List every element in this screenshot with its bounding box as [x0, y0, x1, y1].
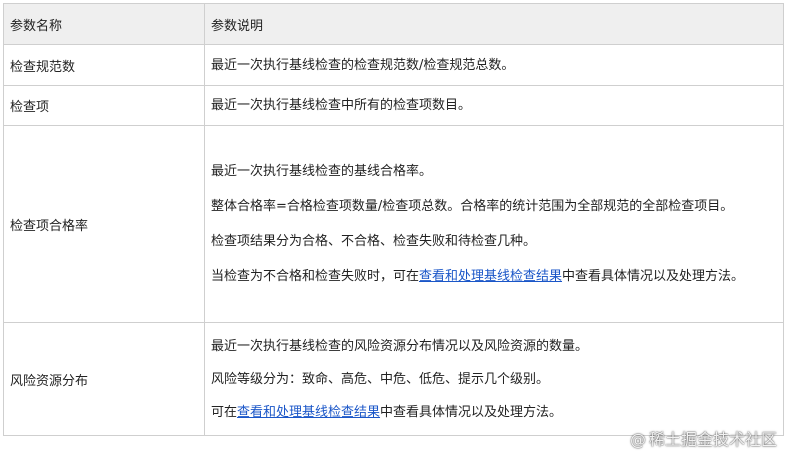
weibo-at-icon: @: [629, 430, 646, 449]
link-prefix-text: 可在: [211, 404, 238, 420]
param-name-cell: 检查项: [3, 85, 205, 126]
param-name-cell: 检查项合格率: [3, 125, 205, 323]
desc-paragraph: 检查项结果分为合格、不合格、检查失败和待检查几种。: [211, 234, 537, 249]
table-row: 检查项 最近一次执行基线检查中所有的检查项数目。: [3, 85, 784, 126]
table-row: 风险资源分布 最近一次执行基线检查的风险资源分布情况以及风险资源的数量。 风险等…: [3, 322, 784, 436]
desc-paragraph: 最近一次执行基线检查的风险资源分布情况以及风险资源的数量。: [211, 338, 589, 354]
param-desc-cell: 最近一次执行基线检查的基线合格率。 整体合格率=合格检查项数量/检查项总数。合格…: [204, 125, 784, 323]
desc-paragraph-with-link: 当检查为不合格和检查失败时，可在查看和处理基线检查结果中查看具体情况以及处理方法…: [211, 266, 777, 287]
desc-paragraph: 最近一次执行基线检查中所有的检查项数目。: [211, 98, 472, 113]
table-row: 检查项合格率 最近一次执行基线检查的基线合格率。 整体合格率=合格检查项数量/检…: [3, 125, 784, 323]
table-row: 检查规范数 最近一次执行基线检查的检查规范数/检查规范总数。: [3, 44, 784, 86]
table-header-row: 参数名称 参数说明: [3, 3, 784, 45]
link-suffix-text: 中查看具体情况以及处理方法。: [562, 269, 745, 284]
param-desc-cell: 最近一次执行基线检查的风险资源分布情况以及风险资源的数量。 风险等级分为：致命、…: [204, 322, 784, 436]
desc-paragraph: 最近一次执行基线检查的基线合格率。: [211, 164, 433, 179]
header-param-name: 参数名称: [3, 3, 205, 45]
link-suffix-text: 中查看具体情况以及处理方法。: [380, 404, 563, 420]
param-desc-cell: 最近一次执行基线检查中所有的检查项数目。: [204, 85, 784, 126]
document-page: 参数名称 参数说明 检查规范数 最近一次执行基线检查的检查规范数/检查规范总数。…: [0, 0, 789, 457]
desc-paragraph: 整体合格率=合格检查项数量/检查项总数。合格率的统计范围为全部规范的全部检查项目…: [211, 199, 734, 214]
view-baseline-results-link[interactable]: 查看和处理基线检查结果: [237, 405, 380, 420]
header-param-desc: 参数说明: [204, 3, 784, 45]
watermark-text: 稀土掘金技术社区: [648, 430, 777, 449]
desc-paragraph: 最近一次执行基线检查的检查规范数/检查规范总数。: [211, 57, 515, 73]
param-desc-cell: 最近一次执行基线检查的检查规范数/检查规范总数。: [204, 44, 784, 86]
desc-paragraph-with-link: 可在查看和处理基线检查结果中查看具体情况以及处理方法。: [211, 402, 777, 423]
param-name-cell: 风险资源分布: [3, 322, 205, 436]
param-name-cell: 检查规范数: [3, 44, 205, 86]
link-prefix-text: 当检查为不合格和检查失败时，可在: [211, 269, 420, 284]
view-baseline-results-link[interactable]: 查看和处理基线检查结果: [419, 269, 562, 284]
watermark: @ 稀土掘金技术社区: [630, 426, 777, 450]
parameter-table: 参数名称 参数说明 检查规范数 最近一次执行基线检查的检查规范数/检查规范总数。…: [3, 3, 784, 436]
desc-paragraph: 风险等级分为：致命、高危、中危、低危、提示几个级别。: [211, 371, 550, 387]
